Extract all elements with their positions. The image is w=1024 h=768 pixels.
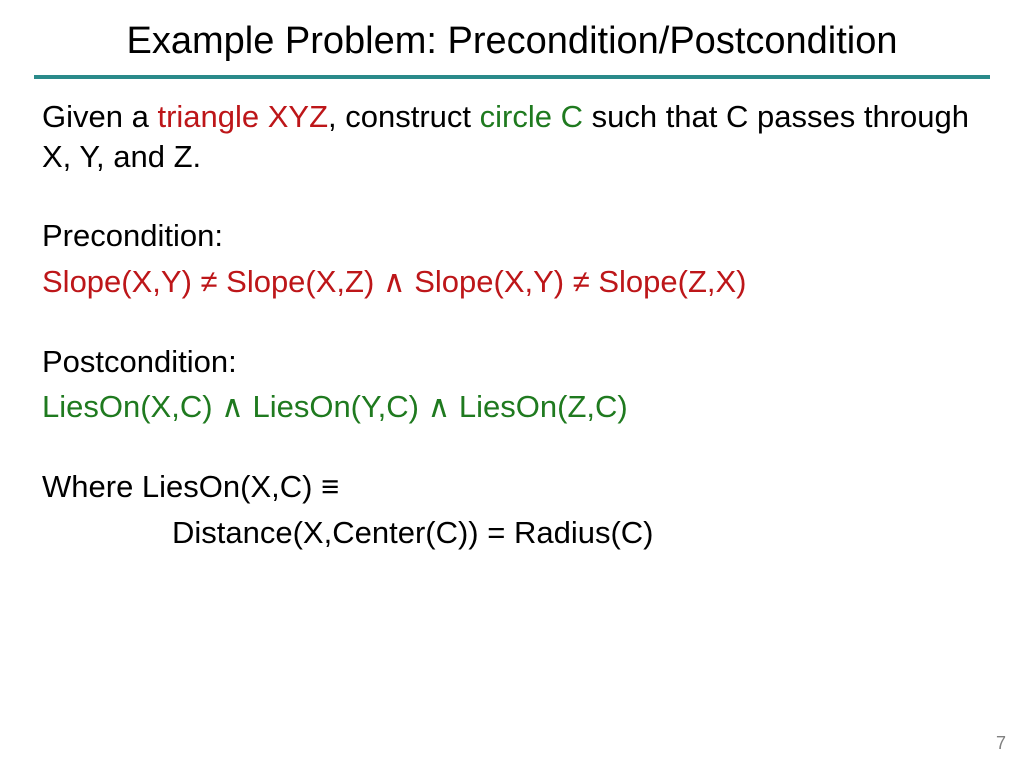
spacer	[42, 308, 982, 342]
triangle-xyz: triangle XYZ	[157, 99, 328, 134]
circle-c: circle C	[480, 99, 583, 134]
intro-pre: Given a	[42, 99, 157, 134]
postcondition-label: Postcondition:	[42, 342, 982, 382]
precondition-label: Precondition:	[42, 216, 982, 256]
intro-mid: , construct	[328, 99, 480, 134]
definition-line: Distance(X,Center(C)) = Radius(C)	[42, 513, 982, 553]
page-number: 7	[996, 733, 1006, 754]
problem-statement: Given a triangle XYZ, construct circle C…	[42, 97, 982, 176]
precondition-expression: Slope(X,Y) ≠ Slope(X,Z) ∧ Slope(X,Y) ≠ S…	[42, 262, 982, 302]
slide-title: Example Problem: Precondition/Postcondit…	[0, 0, 1024, 75]
spacer	[42, 433, 982, 467]
slide-body: Given a triangle XYZ, construct circle C…	[0, 79, 1024, 552]
slide: Example Problem: Precondition/Postcondit…	[0, 0, 1024, 768]
postcondition-expression: LiesOn(X,C) ∧ LiesOn(Y,C) ∧ LiesOn(Z,C)	[42, 387, 982, 427]
spacer	[42, 182, 982, 216]
where-line: Where LiesOn(X,C) ≡	[42, 467, 982, 507]
